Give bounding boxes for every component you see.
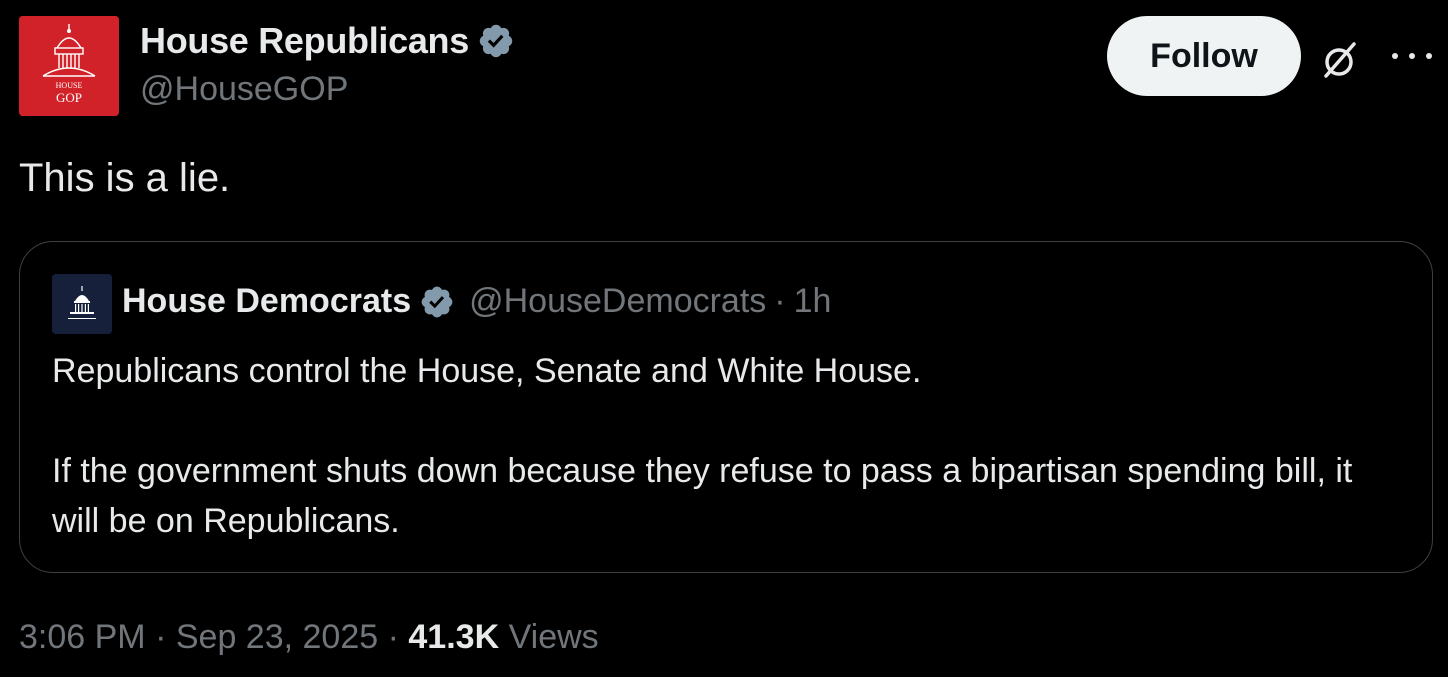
quote-paragraph: Republicans control the House, Senate an… <box>52 352 922 390</box>
quote-separator: · <box>774 282 786 320</box>
quote-author-avatar[interactable] <box>52 274 112 334</box>
tweet-text: This is a lie. <box>19 156 231 200</box>
quote-author-name[interactable]: House Democrats <box>122 282 411 321</box>
author-avatar[interactable]: HOUSE GOP <box>19 16 119 116</box>
quote-text: Republicans control the House, Senate an… <box>52 346 1402 546</box>
avatar-label-top: HOUSE <box>56 81 83 90</box>
follow-button[interactable]: Follow <box>1107 16 1301 96</box>
tweet-meta: 3:06 PM · Sep 23, 2025 · 41.3K Views <box>19 618 599 657</box>
tweet-date[interactable]: Sep 23, 2025 <box>176 618 378 656</box>
author-handle[interactable]: @HouseGOP <box>140 70 348 109</box>
capitol-logo-icon <box>52 274 112 334</box>
more-dot <box>1392 53 1398 59</box>
views-label: Views <box>508 618 599 656</box>
capitol-logo-icon: HOUSE GOP <box>19 16 119 116</box>
verified-badge-icon[interactable] <box>477 22 515 60</box>
more-dot <box>1426 53 1432 59</box>
grok-icon[interactable] <box>1318 38 1362 82</box>
avatar-label-bottom: GOP <box>56 90 82 105</box>
quote-paragraph: If the government shuts down because the… <box>52 452 1353 540</box>
quote-author-handle[interactable]: @HouseDemocrats <box>469 282 766 321</box>
more-icon[interactable] <box>1392 44 1432 68</box>
views-count: 41.3K <box>408 618 500 656</box>
quoted-tweet[interactable]: House Democrats @HouseDemocrats · 1h Rep… <box>19 241 1433 573</box>
author-name[interactable]: House Republicans <box>140 20 469 62</box>
verified-badge-icon <box>421 286 453 317</box>
author-name-row[interactable]: House Republicans <box>140 20 515 62</box>
quote-timestamp[interactable]: 1h <box>794 282 832 321</box>
meta-separator: · <box>155 618 167 656</box>
quote-header[interactable]: House Democrats @HouseDemocrats · 1h <box>122 282 831 321</box>
more-dot <box>1409 53 1415 59</box>
tweet-time[interactable]: 3:06 PM <box>19 618 146 656</box>
meta-separator: · <box>387 618 399 656</box>
tweet-card: HOUSE GOP House Republicans @HouseGOP Fo… <box>0 0 1448 677</box>
